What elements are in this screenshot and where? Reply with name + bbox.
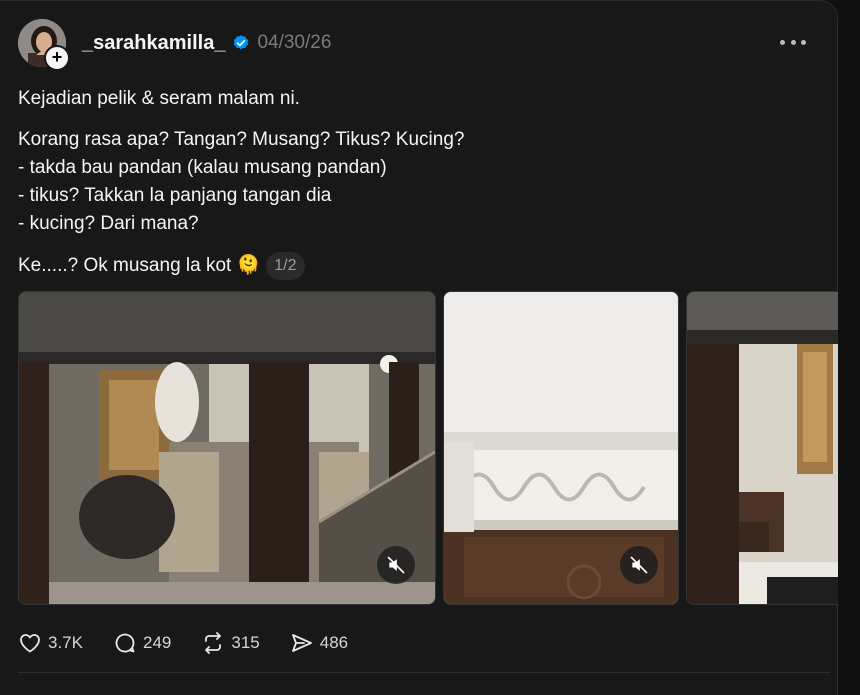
share-send-icon: [291, 634, 312, 652]
action-bar: 3.7K 249 315 486: [18, 629, 378, 657]
reply-button[interactable]: 249: [113, 631, 171, 655]
reply-count: 249: [142, 633, 172, 652]
post-text-last-line: Ke.....? Ok musang la kot 🫠 1/2: [18, 252, 305, 280]
more-options-icon[interactable]: [780, 34, 806, 50]
video-thumbnail-2[interactable]: [443, 291, 679, 605]
mute-toggle-button[interactable]: [377, 546, 415, 584]
video-thumbnail-1[interactable]: [18, 291, 436, 605]
post-text-line: Kejadian pelik & seram malam ni.: [18, 88, 300, 109]
repost-button[interactable]: 315: [201, 631, 260, 655]
divider: [18, 672, 830, 673]
post-header: _sarahkamilla_ 04/30/26: [82, 31, 331, 55]
post-text-line: Ke.....? Ok musang la kot 🫠: [18, 255, 261, 277]
post-card: + _sarahkamilla_ 04/30/26 Kejadian pelik…: [0, 0, 838, 695]
verified-badge-icon: [234, 35, 249, 50]
dot: [801, 39, 806, 45]
post-text-line: - tikus? Takkan la panjang tangan dia: [18, 185, 332, 206]
like-count: 3.7K: [48, 633, 83, 652]
heart-icon: [20, 634, 40, 653]
dot: [780, 39, 785, 45]
share-button[interactable]: 486: [290, 631, 348, 655]
username[interactable]: _sarahkamilla_: [82, 32, 225, 55]
comment-bubble-icon: [115, 633, 135, 653]
muted-speaker-icon: [387, 556, 405, 574]
post-text-line: - takda bau pandan (kalau musang pandan): [18, 157, 387, 178]
pager-indicator[interactable]: 1/2: [266, 252, 305, 280]
post-text-line: Korang rasa apa? Tangan? Musang? Tikus? …: [18, 129, 465, 150]
dot: [790, 39, 796, 45]
avatar-container[interactable]: +: [18, 19, 70, 71]
like-button[interactable]: 3.7K: [18, 631, 83, 655]
mute-toggle-button[interactable]: [620, 546, 658, 584]
post-text-line: - kucing? Dari mana?: [18, 213, 199, 234]
video-thumbnail-3[interactable]: [686, 291, 838, 605]
repost-count: 315: [231, 633, 260, 652]
muted-speaker-icon: [630, 556, 648, 574]
share-count: 486: [319, 633, 349, 652]
repost-icon: [205, 632, 222, 654]
follow-plus-icon[interactable]: +: [44, 45, 70, 71]
post-date[interactable]: 04/30/26: [257, 32, 331, 54]
